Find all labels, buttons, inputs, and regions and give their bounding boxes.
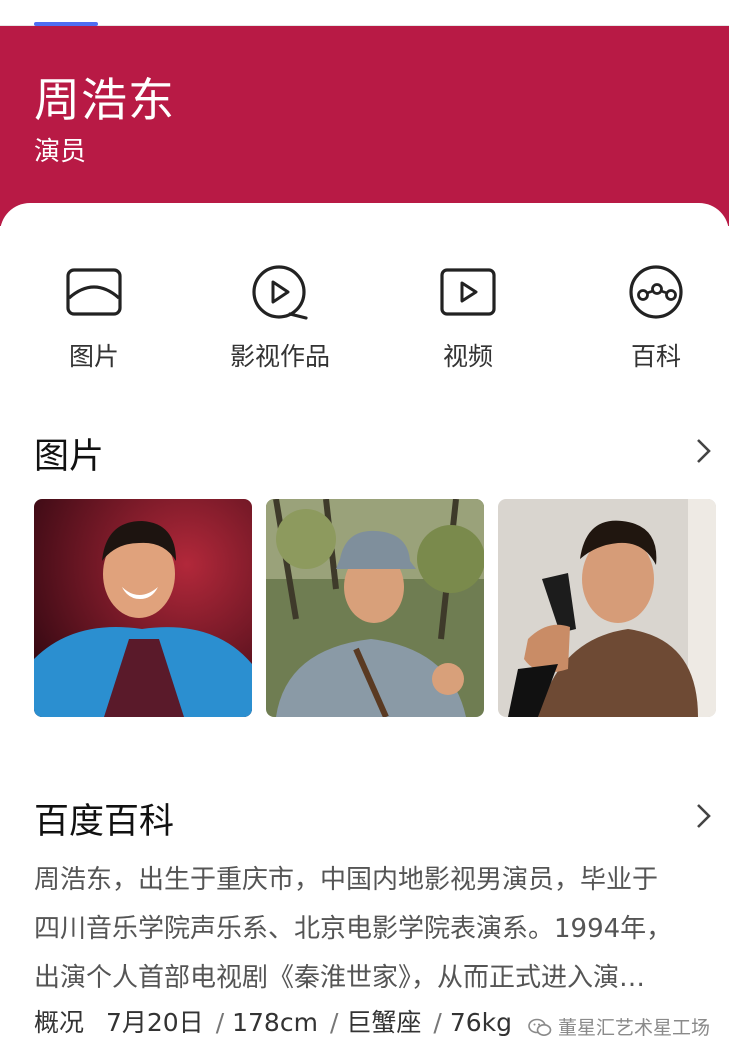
nav-item-images[interactable]: 图片 [14,262,174,373]
photo-thumbnail[interactable] [34,499,252,717]
image-icon [66,268,122,316]
nav-item-videos[interactable]: 视频 [388,262,548,373]
facts-label: 概况 [34,1008,85,1037]
baike-summary[interactable]: 周浩东，出生于重庆市，中国内地影视男演员，毕业于 四川音乐学院声乐系、北京电影学… [34,856,712,1003]
nav-item-baike[interactable]: 百科 [576,262,729,373]
fact-separator: / [215,1008,225,1037]
profile-nav: 图片 影视作品 视频 百科 [0,262,729,382]
chevron-right-icon [697,439,711,463]
photo-thumbnail[interactable] [266,499,484,717]
holding-pistol-portrait [498,499,716,717]
summary-line: 四川音乐学院声乐系、北京电影学院表演系。1994年， [34,914,673,944]
nav-label-videos: 视频 [442,342,493,371]
fact-separator: / [433,1008,442,1037]
wechat-icon [528,1018,552,1036]
fact-zodiac: 巨蟹座 [346,1008,422,1037]
nav-label-images: 图片 [68,342,119,371]
fact-birthday: 7月20日 [105,1008,204,1037]
film-play-icon [252,265,308,320]
top-strip [0,0,729,26]
summary-line: 出演个人首部电视剧《秦淮世家》，从而正式进入演… [34,963,646,993]
nav-label-baike: 百科 [630,342,681,371]
baike-section-header[interactable]: 百度百科 [34,793,714,843]
fact-height: 178cm [232,1008,318,1037]
baike-section-title: 百度百科 [34,802,175,842]
photos-section-title: 图片 [34,437,105,477]
encyclopedia-icon [629,265,683,319]
chevron-right-icon [697,804,711,828]
summary-line: 周浩东，出生于重庆市，中国内地影视男演员，毕业于 [34,865,659,895]
fact-separator: / [329,1008,339,1037]
watermark-text: 董星汇艺术星工场 [558,1017,711,1039]
photo-thumbnail[interactable] [498,499,716,717]
fact-weight: 76kg [449,1008,513,1037]
profile-name: 周浩东 [34,73,175,127]
nav-label-works: 影视作品 [229,342,330,371]
stage-smiling-portrait [34,499,252,717]
photo-strip [34,499,729,717]
photos-section-header[interactable]: 图片 [34,428,714,478]
video-play-icon [440,268,496,316]
profile-role: 演员 [34,137,87,167]
profile-facts: 概况 7月20日/178cm / 巨蟹座/76kg [34,1003,516,1039]
nav-item-works[interactable]: 影视作品 [200,262,360,373]
watermark: 董星汇艺术星工场 [528,1013,710,1040]
military-uniform-portrait [266,499,484,717]
